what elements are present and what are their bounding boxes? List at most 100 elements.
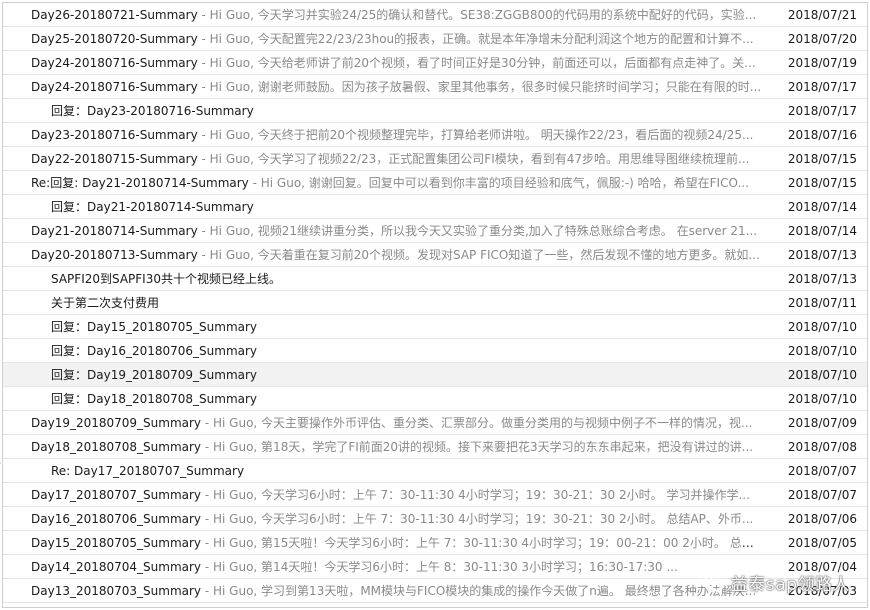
message-snippet: - Hi Guo, 今天配置完22/23/23hou的报表，正确。就是本年净增未… <box>197 32 754 46</box>
message-title[interactable]: Day24-20180716-Summary <box>31 56 198 70</box>
message-row[interactable]: 回复：Day18_20180708_Summary 2018/07/10 <box>3 387 867 411</box>
message-row[interactable]: Day24-20180716-Summary - Hi Guo, 今天给老师讲了… <box>3 51 867 75</box>
message-date: 2018/07/09 <box>787 416 857 430</box>
message-title[interactable]: 回复：Day23-20180716-Summary <box>51 104 254 118</box>
message-title[interactable]: Day21-20180714-Summary <box>31 224 198 238</box>
message-subject-cell: Day17_20180707_Summary - Hi Guo, 今天学习6小时… <box>31 483 763 507</box>
message-date: 2018/07/13 <box>787 248 857 262</box>
message-row[interactable]: Re: Day17_20180707_Summary 2018/07/07 <box>3 459 867 483</box>
message-subject-cell: 回复：Day18_20180708_Summary <box>51 387 763 411</box>
message-title[interactable]: Day20-20180713-Summary <box>31 248 198 262</box>
watermark-text: 益泰sap领路人 <box>730 574 850 595</box>
message-row[interactable]: Day25-20180720-Summary - Hi Guo, 今天配置完22… <box>3 27 867 51</box>
message-date: 2018/07/11 <box>787 296 857 310</box>
message-subject-cell: Day19_20180709_Summary - Hi Guo, 今天主要操作外… <box>31 411 763 435</box>
message-snippet: - Hi Guo, 学习到第13天啦，MM模块与FICO模块的集成的操作今天做了… <box>201 584 757 598</box>
message-title[interactable]: Day25-20180720-Summary <box>31 32 198 46</box>
message-subject-cell: Day25-20180720-Summary - Hi Guo, 今天配置完22… <box>31 27 763 51</box>
message-row[interactable]: 回复：Day16_20180706_Summary 2018/07/10 <box>3 339 867 363</box>
message-snippet: - Hi Guo, 今天主要操作外币评估、重分类、汇票部分。做重分类用的与视频中… <box>201 416 753 430</box>
message-title[interactable]: Day18_20180708_Summary <box>31 440 201 454</box>
message-date: 2018/07/10 <box>787 344 857 358</box>
message-date: 2018/07/21 <box>787 8 857 22</box>
message-title[interactable]: Day23-20180716-Summary <box>31 128 198 142</box>
message-snippet: - Hi Guo, 今天学习并实验24/25的确认和替代。SE38:ZGGB80… <box>197 8 757 22</box>
message-snippet: - Hi Guo, 谢谢回复。回复中可以看到你丰富的项目经验和底气，佩服:-) … <box>248 176 749 190</box>
message-subject-cell: Day20-20180713-Summary - Hi Guo, 今天着重在复习… <box>31 243 763 267</box>
message-row[interactable]: Day24-20180716-Summary - Hi Guo, 谢谢老师鼓励。… <box>3 75 867 99</box>
message-title[interactable]: 回复：Day16_20180706_Summary <box>51 344 257 358</box>
message-subject-cell: Day18_20180708_Summary - Hi Guo, 第18天，学完… <box>31 435 763 459</box>
message-date: 2018/07/08 <box>787 440 857 454</box>
message-title[interactable]: Re: Day17_20180707_Summary <box>51 464 244 478</box>
message-snippet: - Hi Guo, 视频21继续讲重分类，所以我今天又实验了重分类,加入了特殊总… <box>197 224 758 238</box>
message-date: 2018/07/20 <box>787 32 857 46</box>
message-subject-cell: Day23-20180716-Summary - Hi Guo, 今天终于把前2… <box>31 123 763 147</box>
message-subject-cell: Day22-20180715-Summary - Hi Guo, 今天学习了视频… <box>31 147 763 171</box>
message-snippet: - Hi Guo, 第14天啦！今天学习6小时：上午 8：30-11:30 3小… <box>201 560 678 574</box>
message-title[interactable]: Day19_20180709_Summary <box>31 416 201 430</box>
message-title[interactable]: SAPFI20到SAPFI30共十个视频已经上线。 <box>51 272 281 286</box>
message-subject-cell: 回复：Day16_20180706_Summary <box>51 339 763 363</box>
message-snippet: - Hi Guo, 今天学习了视频22/23，正式配置集团公司FI模块，看到有4… <box>197 152 750 166</box>
message-date: 2018/07/10 <box>787 320 857 334</box>
message-date: 2018/07/13 <box>787 272 857 286</box>
message-date: 2018/07/15 <box>787 152 857 166</box>
message-row[interactable]: SAPFI20到SAPFI30共十个视频已经上线。 2018/07/13 <box>3 267 867 291</box>
message-title[interactable]: 回复：Day18_20180708_Summary <box>51 392 257 406</box>
message-subject-cell: Day16_20180706_Summary - Hi Guo, 今天学习6小时… <box>31 507 763 531</box>
message-title[interactable]: Day15_20180705_Summary <box>31 536 201 550</box>
message-row[interactable]: Day22-20180715-Summary - Hi Guo, 今天学习了视频… <box>3 147 867 171</box>
message-title[interactable]: Day16_20180706_Summary <box>31 512 201 526</box>
message-title[interactable]: Day14_20180704_Summary <box>31 560 201 574</box>
message-row[interactable]: 关于第二次支付费用 2018/07/11 <box>3 291 867 315</box>
message-title[interactable]: 回复：Day21-20180714-Summary <box>51 200 254 214</box>
message-row[interactable]: 回复：Day21-20180714-Summary 2018/07/14 <box>3 195 867 219</box>
message-date: 2018/07/07 <box>787 488 857 502</box>
message-date: 2018/07/10 <box>787 392 857 406</box>
message-row[interactable]: Day17_20180707_Summary - Hi Guo, 今天学习6小时… <box>3 483 867 507</box>
message-title[interactable]: Day17_20180707_Summary <box>31 488 201 502</box>
message-date: 2018/07/16 <box>787 128 857 142</box>
message-date: 2018/07/15 <box>787 176 857 190</box>
message-row[interactable]: 回复：Day23-20180716-Summary 2018/07/17 <box>3 99 867 123</box>
message-row[interactable]: Day26-20180721-Summary - Hi Guo, 今天学习并实验… <box>3 3 867 27</box>
message-title[interactable]: Day24-20180716-Summary <box>31 80 198 94</box>
message-snippet: - Hi Guo, 第18天，学完了FI前面20讲的视频。接下来要把花3天学习的… <box>201 440 754 454</box>
message-date: 2018/07/05 <box>787 536 857 550</box>
message-title[interactable]: 关于第二次支付费用 <box>51 296 159 310</box>
message-title[interactable]: Day26-20180721-Summary <box>31 8 198 22</box>
message-title[interactable]: Day13_20180703_Summary <box>31 584 201 598</box>
edge-marker: · <box>0 457 2 470</box>
message-date: 2018/07/06 <box>787 512 857 526</box>
message-row[interactable]: Day18_20180708_Summary - Hi Guo, 第18天，学完… <box>3 435 867 459</box>
message-snippet: - Hi Guo, 今天着重在复习前20个视频。发现对SAP FICO知道了一些… <box>197 248 760 262</box>
message-row[interactable]: 回复：Day15_20180705_Summary 2018/07/10 <box>3 315 867 339</box>
message-subject-cell: Day21-20180714-Summary - Hi Guo, 视频21继续讲… <box>31 219 763 243</box>
message-row[interactable]: Day19_20180709_Summary - Hi Guo, 今天主要操作外… <box>3 411 867 435</box>
message-snippet: - Hi Guo, 今天给老师讲了前20个视频，看了时间正好是30分钟，前面还可… <box>197 56 756 70</box>
message-title[interactable]: Day22-20180715-Summary <box>31 152 198 166</box>
message-row[interactable]: Day23-20180716-Summary - Hi Guo, 今天终于把前2… <box>3 123 867 147</box>
message-subject-cell: Day24-20180716-Summary - Hi Guo, 今天给老师讲了… <box>31 51 763 75</box>
message-row[interactable]: Day20-20180713-Summary - Hi Guo, 今天着重在复习… <box>3 243 867 267</box>
message-date: 2018/07/14 <box>787 224 857 238</box>
message-title[interactable]: 回复：Day15_20180705_Summary <box>51 320 257 334</box>
message-title[interactable]: 回复：Day19_20180709_Summary <box>51 368 257 382</box>
message-subject-cell: Re:回复: Day21-20180714-Summary - Hi Guo, … <box>31 171 763 195</box>
message-subject-cell: Day24-20180716-Summary - Hi Guo, 谢谢老师鼓励。… <box>31 75 763 99</box>
message-date: 2018/07/17 <box>787 80 857 94</box>
message-row[interactable]: Re:回复: Day21-20180714-Summary - Hi Guo, … <box>3 171 867 195</box>
message-snippet: - Hi Guo, 今天学习6小时：上午 7：30-11:30 4小时学习；19… <box>201 512 754 526</box>
message-date: 2018/07/14 <box>787 200 857 214</box>
message-row[interactable]: Day16_20180706_Summary - Hi Guo, 今天学习6小时… <box>3 507 867 531</box>
message-snippet: - Hi Guo, 今天终于把前20个视频整理完毕，打算给老师讲啦。 明天操作2… <box>197 128 754 142</box>
message-title[interactable]: Re:回复: Day21-20180714-Summary <box>31 176 249 190</box>
message-row[interactable]: Day15_20180705_Summary - Hi Guo, 第15天啦！今… <box>3 531 867 555</box>
message-row[interactable]: Day21-20180714-Summary - Hi Guo, 视频21继续讲… <box>3 219 867 243</box>
message-snippet: - Hi Guo, 今天学习6小时：上午 7：30-11:30 4小时学习；19… <box>201 488 750 502</box>
message-subject-cell: Day26-20180721-Summary - Hi Guo, 今天学习并实验… <box>31 3 763 27</box>
message-row[interactable]: 回复：Day19_20180709_Summary 2018/07/10 <box>3 363 867 387</box>
message-snippet: - Hi Guo, 谢谢老师鼓励。因为孩子放暑假、家里其他事务，很多时候只能挤时… <box>197 80 762 94</box>
message-date: 2018/07/07 <box>787 464 857 478</box>
